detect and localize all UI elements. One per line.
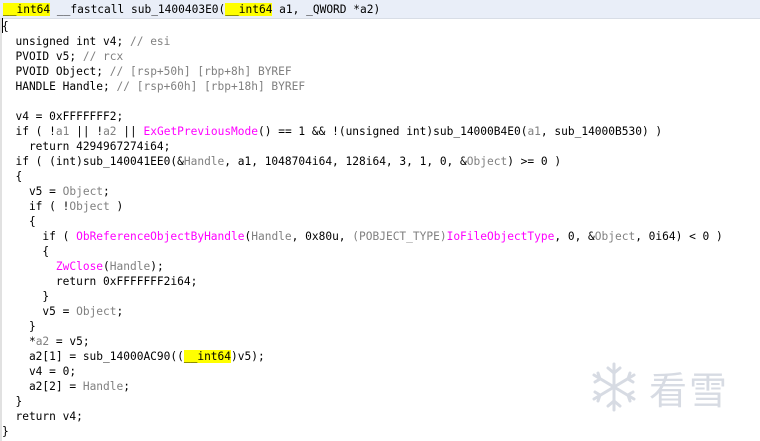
code-line[interactable]: if ( (int)sub_140041EE0(&Handle, a1, 104… [2,154,561,169]
code-line[interactable]: { [2,214,36,229]
params[interactable]: a1, _QWORD *a2) [272,3,380,16]
code-line[interactable]: v5 = Object; [2,304,123,319]
code-line[interactable]: return 4294967274i64; [2,139,170,154]
code-line[interactable]: ZwClose(Handle); [2,259,164,274]
code-line[interactable]: return 0xFFFFFFF2i64; [2,274,197,289]
code-line[interactable]: } [2,424,9,439]
code-line[interactable]: v4 = 0; [2,364,76,379]
code-line[interactable]: HANDLE Handle; // [rsp+60h] [rbp+18h] BY… [2,79,305,94]
function-signature-bar[interactable]: __int64 __fastcall sub_1400403E0(__int64… [0,0,760,19]
code-line[interactable]: v5 = Object; [2,184,110,199]
text-cursor [2,18,3,33]
snowflake-icon [592,362,636,412]
code-line[interactable]: } [2,289,49,304]
code-line[interactable]: v4 = 0xFFFFFFF2; [2,109,123,124]
return-type[interactable]: __int64 [3,3,51,16]
code-line[interactable]: PVOID Object; // [rsp+50h] [rbp+8h] BYRE… [2,64,291,79]
code-line[interactable]: } [2,319,36,334]
code-line[interactable]: if ( !a1 || !a2 || ExGetPreviousMode() =… [2,124,662,139]
code-line[interactable]: { [2,169,22,184]
code-line[interactable]: a2[2] = Handle; [2,379,130,394]
watermark: 看雪 [587,359,747,415]
code-line[interactable]: return v4; [2,409,82,424]
function-name[interactable]: __fastcall sub_1400403E0( [50,3,225,16]
code-line[interactable]: *a2 = v5; [2,334,90,349]
param-type[interactable]: __int64 [225,3,273,16]
code-line[interactable]: PVOID v5; // rcx [2,49,123,64]
code-line[interactable]: if ( ObReferenceObjectByHandle(Handle, 0… [2,229,722,244]
code-line[interactable]: { [2,19,9,34]
code-line[interactable]: if ( !Object ) [2,199,123,214]
code-line[interactable]: } [2,394,22,409]
function-signature: __int64 __fastcall sub_1400403E0(__int64… [3,2,380,17]
code-line[interactable]: a2[1] = sub_14000AC90((__int64)v5); [2,349,265,364]
code-line[interactable]: { [2,244,49,259]
code-line[interactable]: unsigned int v4; // esi [2,34,170,49]
watermark-text: 看雪 [649,368,730,413]
